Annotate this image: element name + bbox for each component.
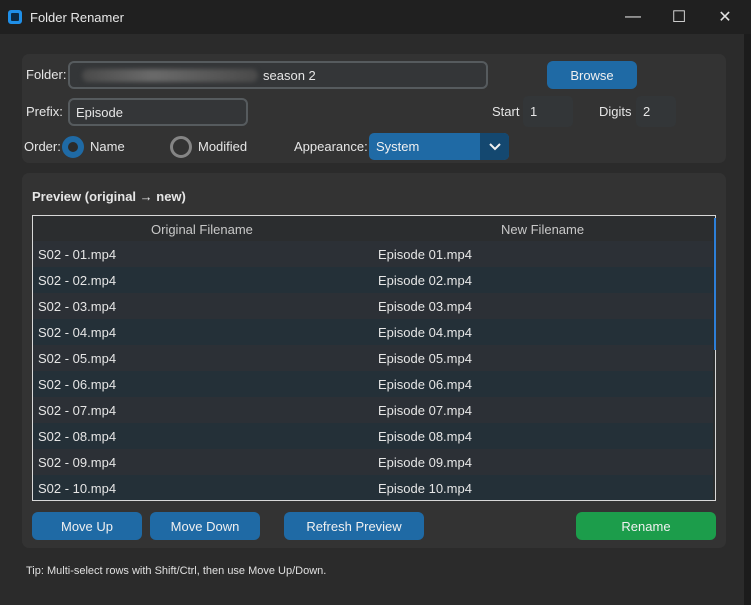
digits-label: Digits [599, 104, 632, 119]
app-icon [8, 10, 22, 24]
new-filename-cell: Episode 08.mp4 [378, 429, 472, 444]
table-row[interactable]: S02 - 04.mp4 Episode 04.mp4 [33, 319, 713, 345]
window-title: Folder Renamer [30, 10, 124, 25]
digits-input-text: 2 [643, 104, 651, 119]
browse-button[interactable]: Browse [547, 61, 637, 89]
original-filename-cell: S02 - 07.mp4 [38, 403, 117, 418]
prefix-label: Prefix: [26, 104, 63, 119]
refresh-preview-button[interactable]: Refresh Preview [284, 512, 424, 540]
new-filename-cell: Episode 05.mp4 [378, 351, 472, 366]
table-row[interactable]: S02 - 05.mp4 Episode 05.mp4 [33, 345, 713, 371]
original-filename-cell: S02 - 02.mp4 [38, 273, 117, 288]
table-row[interactable]: S02 - 06.mp4 Episode 06.mp4 [33, 371, 713, 397]
appearance-dropdown[interactable]: System [369, 133, 509, 160]
order-modified-radio[interactable] [170, 136, 192, 158]
new-filename-cell: Episode 03.mp4 [378, 299, 472, 314]
original-filename-cell: S02 - 05.mp4 [38, 351, 117, 366]
preview-title: Preview (original → new) [32, 189, 186, 204]
maximize-button[interactable]: ☐ [656, 0, 702, 34]
original-filename-cell: S02 - 10.mp4 [38, 481, 117, 496]
new-filename-cell: Episode 09.mp4 [378, 455, 472, 470]
move-down-button[interactable]: Move Down [150, 512, 260, 540]
folder-input[interactable]: season 2 [68, 61, 488, 89]
title-bar: Folder Renamer — ☐ ✕ [0, 0, 751, 34]
table-row[interactable]: S02 - 03.mp4 Episode 03.mp4 [33, 293, 713, 319]
new-filename-cell: Episode 10.mp4 [378, 481, 472, 496]
table-scrollbar[interactable] [714, 218, 716, 350]
order-name-radio[interactable] [62, 136, 84, 158]
appearance-value: System [376, 139, 420, 154]
table-header: Original Filename New Filename [33, 216, 715, 241]
preview-table[interactable]: Original Filename New Filename S02 - 01.… [32, 215, 716, 501]
move-up-button[interactable]: Move Up [32, 512, 142, 540]
table-row[interactable]: S02 - 07.mp4 Episode 07.mp4 [33, 397, 713, 423]
new-filename-cell: Episode 02.mp4 [378, 273, 472, 288]
rename-button[interactable]: Rename [576, 512, 716, 540]
start-input-text: 1 [530, 104, 538, 119]
order-modified-label[interactable]: Modified [198, 139, 247, 154]
original-filename-cell: S02 - 08.mp4 [38, 429, 117, 444]
start-label: Start [492, 104, 520, 119]
order-label: Order: [24, 139, 61, 154]
original-filename-cell: S02 - 04.mp4 [38, 325, 117, 340]
new-filename-cell: Episode 07.mp4 [378, 403, 472, 418]
start-input[interactable]: 1 [523, 96, 573, 127]
chevron-down-icon[interactable] [480, 133, 509, 160]
original-filename-cell: S02 - 01.mp4 [38, 247, 117, 262]
new-filename-cell: Episode 01.mp4 [378, 247, 472, 262]
order-name-label[interactable]: Name [90, 139, 125, 154]
table-row[interactable]: S02 - 09.mp4 Episode 09.mp4 [33, 449, 713, 475]
redacted-path [82, 69, 258, 82]
folder-input-text: season 2 [263, 68, 316, 83]
column-header-original[interactable]: Original Filename [151, 222, 253, 237]
original-filename-cell: S02 - 03.mp4 [38, 299, 117, 314]
table-row[interactable]: S02 - 01.mp4 Episode 01.mp4 [33, 241, 713, 267]
folder-label: Folder: [26, 67, 67, 82]
appearance-label: Appearance: [294, 139, 368, 154]
window-edge [744, 34, 751, 605]
original-filename-cell: S02 - 09.mp4 [38, 455, 117, 470]
new-filename-cell: Episode 04.mp4 [378, 325, 472, 340]
table-row[interactable]: S02 - 10.mp4 Episode 10.mp4 [33, 475, 713, 500]
table-row[interactable]: S02 - 08.mp4 Episode 08.mp4 [33, 423, 713, 449]
prefix-input[interactable]: Episode [68, 98, 248, 126]
minimize-button[interactable]: — [610, 0, 656, 34]
column-header-new[interactable]: New Filename [501, 222, 584, 237]
digits-input[interactable]: 2 [636, 96, 676, 127]
prefix-input-text: Episode [76, 104, 123, 120]
new-filename-cell: Episode 06.mp4 [378, 377, 472, 392]
table-row[interactable]: S02 - 02.mp4 Episode 02.mp4 [33, 267, 713, 293]
original-filename-cell: S02 - 06.mp4 [38, 377, 117, 392]
tip-text: Tip: Multi-select rows with Shift/Ctrl, … [26, 565, 327, 577]
close-button[interactable]: ✕ [702, 0, 748, 34]
